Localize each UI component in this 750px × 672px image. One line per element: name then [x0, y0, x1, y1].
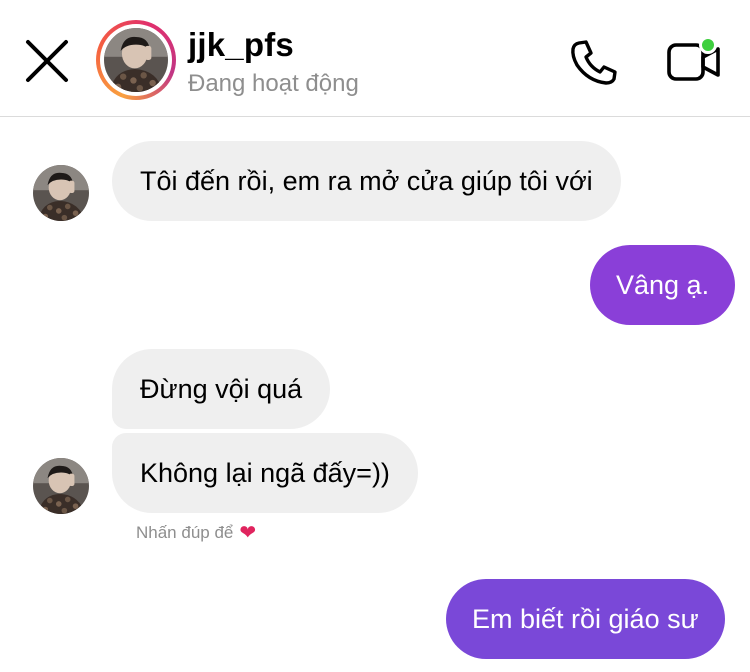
close-button[interactable] — [22, 36, 72, 86]
contact-username[interactable]: jjk_pfs — [188, 26, 294, 64]
heart-icon: ❤ — [239, 522, 257, 544]
voice-call-button[interactable] — [566, 38, 622, 86]
phone-icon — [571, 40, 617, 85]
online-indicator — [699, 36, 717, 54]
activity-status: Đang hoạt động — [188, 70, 359, 97]
message-bubble-incoming[interactable]: Không lại ngã đấy=)) — [112, 433, 418, 513]
sender-avatar[interactable] — [33, 165, 89, 221]
avatar-image — [104, 28, 168, 92]
double-tap-hint: Nhấn đúp để ❤ — [136, 520, 256, 545]
close-icon — [26, 40, 68, 82]
sender-avatar[interactable] — [33, 458, 89, 514]
message-bubble-incoming[interactable]: Tôi đến rồi, em ra mở cửa giúp tôi với — [112, 141, 621, 221]
message-bubble-outgoing[interactable]: Vâng ạ. — [590, 245, 736, 325]
chat-header: jjk_pfs Đang hoạt động — [0, 0, 750, 117]
message-bubble-incoming[interactable]: Đừng vội quá — [112, 349, 331, 429]
profile-avatar[interactable] — [96, 20, 176, 100]
hint-text: Nhấn đúp để — [136, 522, 234, 542]
message-bubble-outgoing[interactable]: Em biết rồi giáo sư — [446, 579, 725, 659]
